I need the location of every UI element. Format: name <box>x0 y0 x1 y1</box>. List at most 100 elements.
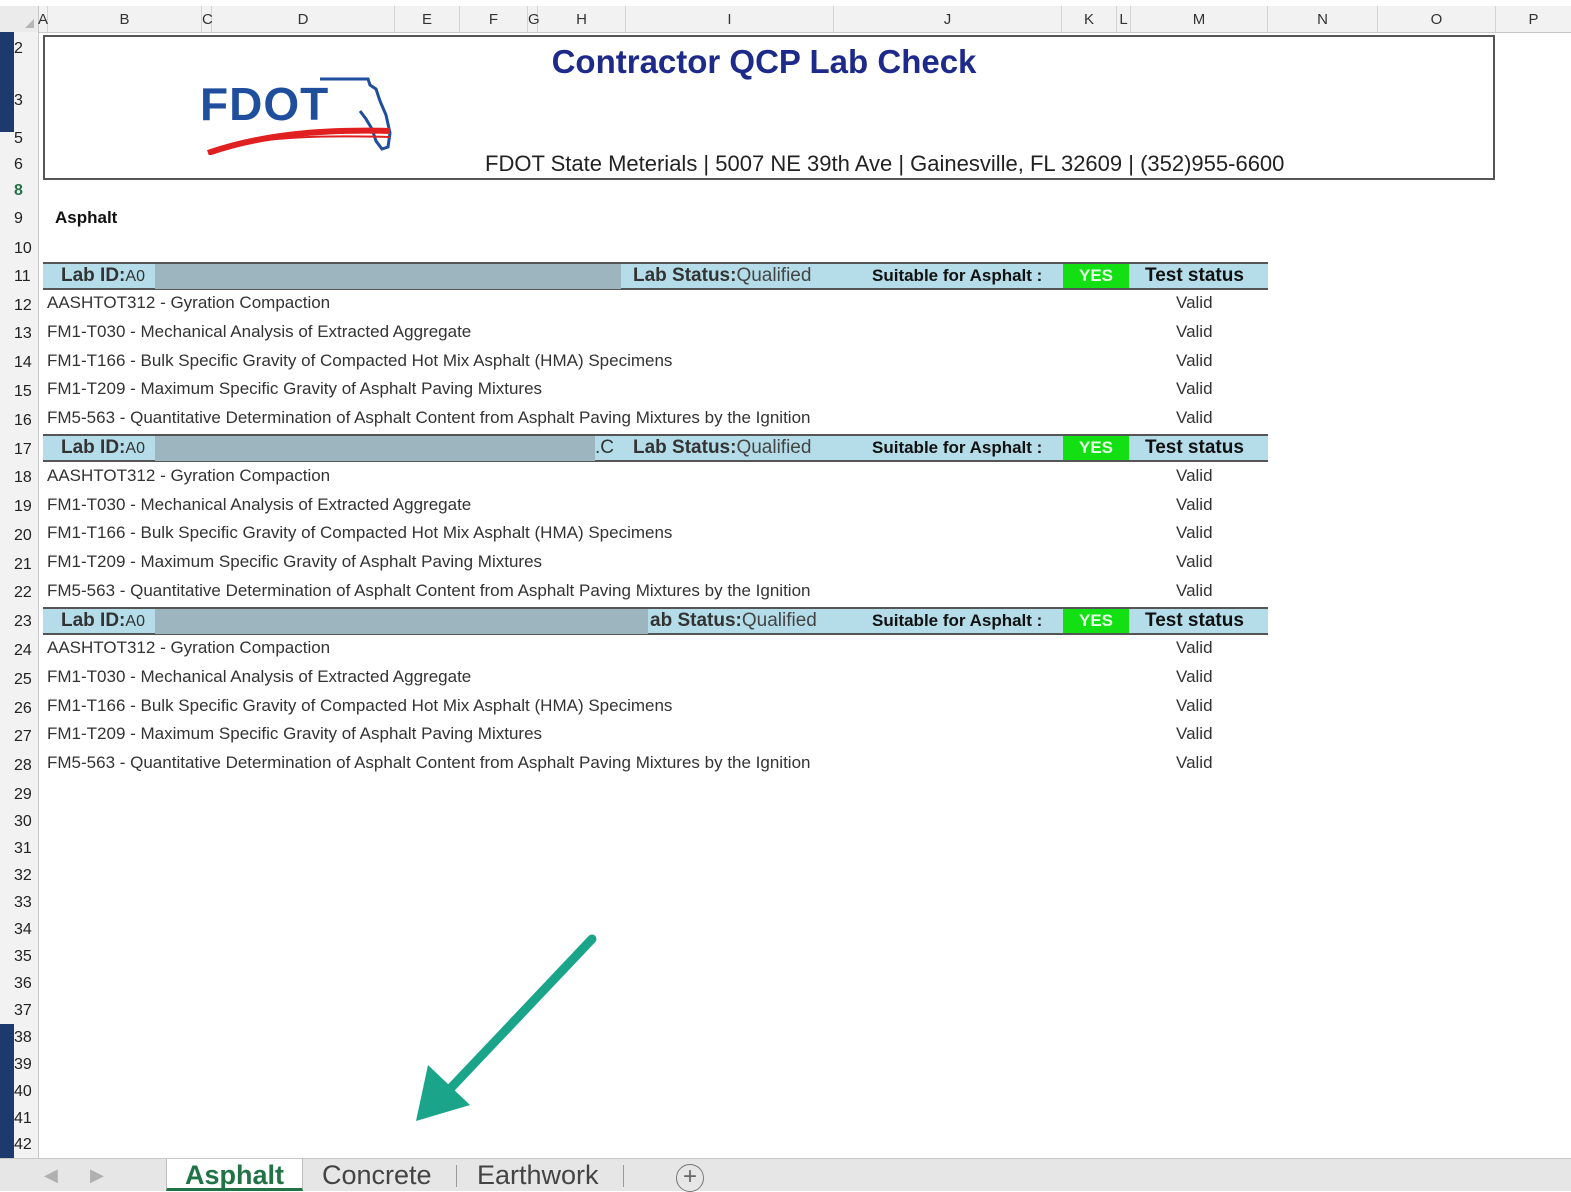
test-status-cell: Valid <box>1176 351 1213 370</box>
row-header[interactable]: 18 <box>0 469 38 487</box>
row-header[interactable]: 17 <box>0 441 38 459</box>
row-header[interactable]: 27 <box>0 728 38 746</box>
test-row: FM1-T209 - Maximum Specific Gravity of A… <box>47 379 543 398</box>
test-row: FM1-T209 - Maximum Specific Gravity of A… <box>47 552 543 571</box>
row-header[interactable]: 11 <box>0 268 38 286</box>
test-status-cell: Valid <box>1176 523 1213 542</box>
lab-status: Lab Status:Qualified <box>633 265 812 286</box>
column-header-d[interactable]: D <box>212 6 395 32</box>
row-header[interactable]: 36 <box>0 975 38 993</box>
column-header-bar: A B C D E F G H I J K L M N O P <box>0 6 1571 33</box>
column-header-n[interactable]: N <box>1268 6 1378 32</box>
select-all-corner[interactable] <box>0 6 39 32</box>
column-header-o[interactable]: O <box>1378 6 1496 32</box>
row-header[interactable]: 33 <box>0 894 38 912</box>
triangle-right-icon[interactable]: ▶ <box>90 1165 104 1186</box>
test-status-cell: Valid <box>1176 322 1213 341</box>
test-status-cell: Valid <box>1176 379 1213 398</box>
redaction-block <box>155 436 595 461</box>
lab-header-row: Lab ID:A0 .C Lab Status:Qualified Suitab… <box>43 434 1268 462</box>
test-status-cell: Valid <box>1176 495 1213 514</box>
row-header[interactable]: 15 <box>0 383 38 401</box>
tab-separator <box>456 1165 457 1187</box>
row-header[interactable]: 28 <box>0 757 38 775</box>
banner-title: Contractor QCP Lab Check <box>551 43 977 80</box>
suitable-label: Suitable for Asphalt : <box>872 266 1043 285</box>
arrow-down-left-icon <box>416 934 597 1121</box>
column-header-i[interactable]: I <box>626 6 834 32</box>
column-header-h[interactable]: H <box>538 6 626 32</box>
row-header[interactable]: 34 <box>0 921 38 939</box>
test-status-header: Test status <box>1145 265 1244 286</box>
row-header-selected[interactable]: 8 <box>0 182 38 200</box>
row-header[interactable]: 25 <box>0 671 38 689</box>
test-status-cell: Valid <box>1176 724 1213 743</box>
test-row: FM5-563 - Quantitative Determination of … <box>47 753 811 772</box>
row-header[interactable]: 37 <box>0 1002 38 1020</box>
row-header[interactable]: 24 <box>0 642 38 660</box>
column-header-c[interactable]: C <box>202 6 213 32</box>
suitable-label: Suitable for Asphalt : <box>872 438 1043 457</box>
row-header[interactable]: 20 <box>0 527 38 545</box>
column-header-p[interactable]: P <box>1496 6 1571 32</box>
row-header[interactable]: 23 <box>0 613 38 631</box>
row-header[interactable]: 21 <box>0 556 38 574</box>
column-header-m[interactable]: M <box>1131 6 1268 32</box>
test-row: FM1-T209 - Maximum Specific Gravity of A… <box>47 724 543 743</box>
test-row: AASHTOT312 - Gyration Compaction <box>47 293 331 312</box>
suitable-yes-badge: YES <box>1063 609 1129 633</box>
row-header[interactable]: 16 <box>0 412 38 430</box>
column-header-g[interactable]: G <box>528 6 540 32</box>
suitable-label: Suitable for Asphalt : <box>872 611 1043 630</box>
row-header[interactable]: 26 <box>0 700 38 718</box>
report-banner: FDOT Contractor QCP Lab Check FDOT State… <box>43 35 1495 180</box>
suitable-yes-badge: YES <box>1063 264 1129 288</box>
column-header-f[interactable]: F <box>460 6 528 32</box>
column-header-l[interactable]: L <box>1117 6 1131 32</box>
column-header-a[interactable]: A <box>38 6 48 32</box>
test-row: FM5-563 - Quantitative Determination of … <box>47 581 811 600</box>
lab-id-label: Lab ID:A0 <box>61 265 145 286</box>
row-header[interactable]: 5 <box>0 130 38 148</box>
row-header[interactable]: 19 <box>0 498 38 516</box>
row-header[interactable]: 6 <box>0 156 38 174</box>
test-status-cell: Valid <box>1176 581 1213 600</box>
sheet-tab-asphalt[interactable]: Asphalt <box>166 1159 304 1191</box>
column-header-k[interactable]: K <box>1062 6 1117 32</box>
column-header-j[interactable]: J <box>834 6 1062 32</box>
row-header[interactable]: 30 <box>0 813 38 831</box>
test-row: FM1-T030 - Mechanical Analysis of Extrac… <box>47 322 472 341</box>
sheet-tab-earthwork[interactable]: Earthwork <box>477 1159 599 1191</box>
row-header[interactable]: 14 <box>0 354 38 372</box>
column-header-e[interactable]: E <box>395 6 460 32</box>
row-header[interactable]: 13 <box>0 325 38 343</box>
test-status-cell: Valid <box>1176 293 1213 312</box>
plus-circle-icon[interactable]: + <box>676 1164 704 1192</box>
test-status-header: Test status <box>1145 437 1244 458</box>
sheet-tab-concrete[interactable]: Concrete <box>322 1159 432 1191</box>
column-header-b[interactable]: B <box>48 6 202 32</box>
row-header[interactable]: 29 <box>0 786 38 804</box>
triangle-left-icon[interactable]: ◀ <box>44 1165 58 1186</box>
test-status-cell: Valid <box>1176 638 1213 657</box>
lab-header-row: Lab ID:A0 Lab Status:Qualified Suitable … <box>43 262 1268 290</box>
row-header[interactable]: 35 <box>0 948 38 966</box>
test-row: FM1-T030 - Mechanical Analysis of Extrac… <box>47 667 472 686</box>
row-header[interactable]: 12 <box>0 297 38 315</box>
row-header-bar: 2 3 5 6 8 9 10 11 12 13 14 15 16 17 18 1… <box>0 32 39 1158</box>
redaction-block <box>155 609 648 634</box>
test-row: AASHTOT312 - Gyration Compaction <box>47 466 331 485</box>
test-row: AASHTOT312 - Gyration Compaction <box>47 638 331 657</box>
test-status-header: Test status <box>1145 610 1244 631</box>
suitable-yes-badge: YES <box>1063 436 1129 460</box>
row-header[interactable]: 10 <box>0 240 38 258</box>
row-header[interactable]: 32 <box>0 867 38 885</box>
test-status-cell: Valid <box>1176 408 1213 427</box>
test-status-cell: Valid <box>1176 552 1213 571</box>
row-header[interactable]: 22 <box>0 584 38 602</box>
lab-status: ab Status:Qualified <box>650 610 817 631</box>
row-header[interactable]: 9 <box>0 210 38 228</box>
test-row: FM1-T166 - Bulk Specific Gravity of Comp… <box>47 523 673 542</box>
row-header[interactable]: 31 <box>0 840 38 858</box>
redaction-block <box>155 264 621 289</box>
